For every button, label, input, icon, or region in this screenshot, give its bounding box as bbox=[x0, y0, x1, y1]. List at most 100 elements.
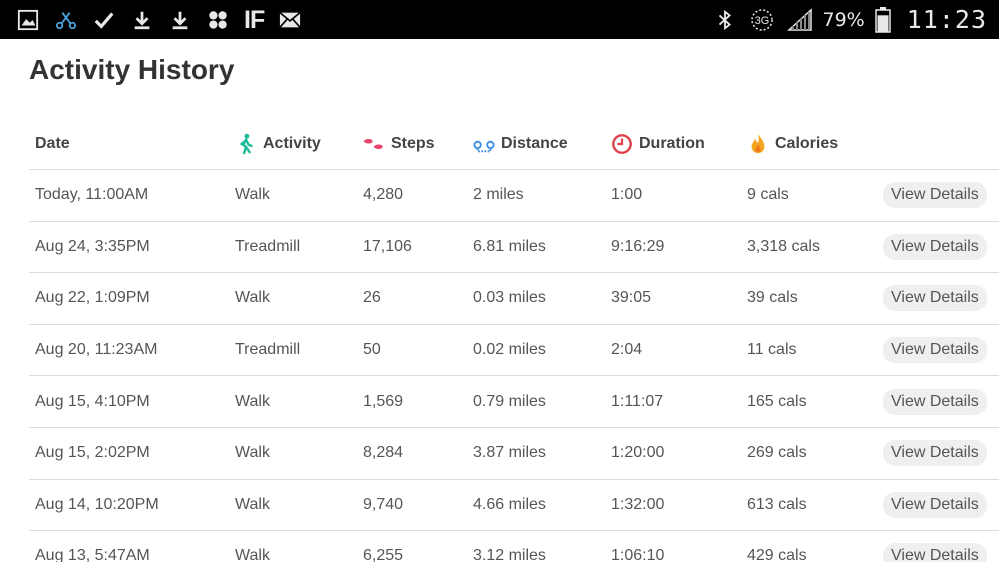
date-cell: Aug 15, 4:10PM bbox=[35, 392, 150, 410]
header-steps: Steps bbox=[363, 133, 435, 155]
notification-icons: IF bbox=[16, 0, 302, 39]
duration-cell: 1:06:10 bbox=[611, 547, 665, 562]
distance-cell: 6.81 miles bbox=[473, 237, 546, 255]
bluetooth-icon bbox=[713, 8, 737, 32]
date-cell: Aug 20, 11:23AM bbox=[35, 341, 158, 359]
calories-cell: 39 cals bbox=[747, 289, 798, 307]
table-row: Aug 14, 10:20PM Walk 9,740 4.66 miles 1:32:0… bbox=[29, 480, 999, 532]
calories-cell: 3,318 cals bbox=[747, 237, 820, 255]
table-row: Today, 11:00AM Walk 4,280 2 miles 1:00 9 cals… bbox=[29, 170, 999, 222]
header-calories: Calories bbox=[747, 133, 838, 155]
duration-cell: 1:32:00 bbox=[611, 495, 665, 513]
table-header: Date Activity Steps Distance Duration Ca… bbox=[29, 118, 999, 170]
details-cell: View Details bbox=[883, 440, 987, 467]
calories-cell: 11 cals bbox=[747, 341, 797, 359]
date-cell: Aug 13, 5:47AM bbox=[35, 547, 150, 562]
check-icon bbox=[92, 8, 116, 32]
network-3g-icon: 3G bbox=[747, 8, 777, 32]
activity-table: Date Activity Steps Distance Duration Ca… bbox=[29, 118, 999, 562]
activity-cell: Walk bbox=[235, 444, 270, 462]
activity-cell: Walk bbox=[235, 547, 270, 562]
table-row: Aug 15, 2:02PM Walk 8,284 3.87 miles 1:20:00… bbox=[29, 428, 999, 480]
distance-cell: 2 miles bbox=[473, 186, 524, 204]
header-distance: Distance bbox=[473, 133, 568, 155]
duration-cell: 9:16:29 bbox=[611, 237, 665, 255]
table-row: Aug 15, 4:10PM Walk 1,569 0.79 miles 1:11:07… bbox=[29, 376, 999, 428]
steps-cell: 17,106 bbox=[363, 237, 412, 255]
view-details-button[interactable]: View Details bbox=[883, 337, 987, 364]
pinwheel-icon bbox=[206, 8, 230, 32]
view-details-button[interactable]: View Details bbox=[883, 543, 987, 562]
activity-cell: Treadmill bbox=[235, 237, 301, 255]
distance-cell: 0.02 miles bbox=[473, 341, 546, 359]
header-duration: Duration bbox=[611, 133, 705, 155]
system-icons: 3G 79% 11:23 bbox=[713, 0, 988, 39]
distance-icon bbox=[473, 133, 495, 155]
ifttt-icon: IF bbox=[244, 5, 265, 34]
table-row: Aug 13, 5:47AM Walk 6,255 3.12 miles 1:06:10… bbox=[29, 531, 999, 562]
distance-cell: 3.87 miles bbox=[473, 444, 546, 462]
battery-icon bbox=[874, 6, 891, 33]
view-details-button[interactable]: View Details bbox=[883, 491, 987, 518]
calories-cell: 165 cals bbox=[747, 392, 807, 410]
details-cell: View Details bbox=[883, 337, 987, 364]
steps-cell: 1,569 bbox=[363, 392, 404, 410]
date-cell: Today, 11:00AM bbox=[35, 186, 149, 204]
activity-cell: Walk bbox=[235, 289, 270, 307]
signal-icon bbox=[786, 7, 813, 32]
details-cell: View Details bbox=[883, 388, 987, 415]
table-row: Aug 22, 1:09PM Walk 26 0.03 miles 39:05 39 ca… bbox=[29, 273, 999, 325]
header-distance-label: Distance bbox=[501, 134, 568, 152]
header-date: Date bbox=[35, 135, 70, 153]
walker-icon bbox=[235, 133, 257, 155]
steps-cell: 50 bbox=[363, 341, 381, 359]
battery-percent: 79% bbox=[822, 8, 865, 31]
view-details-button[interactable]: View Details bbox=[883, 182, 987, 209]
gallery-icon bbox=[16, 8, 40, 32]
page-title: Activity History bbox=[29, 54, 235, 85]
calories-cell: 269 cals bbox=[747, 444, 807, 462]
view-details-button[interactable]: View Details bbox=[883, 285, 987, 312]
table-row: Aug 24, 3:35PM Treadmill 17,106 6.81 miles 9… bbox=[29, 222, 999, 274]
distance-cell: 0.03 miles bbox=[473, 289, 546, 307]
details-cell: View Details bbox=[883, 491, 987, 518]
clock-icon bbox=[611, 133, 633, 155]
details-cell: View Details bbox=[883, 285, 987, 312]
header-activity-label: Activity bbox=[263, 134, 321, 152]
activity-cell: Walk bbox=[235, 495, 270, 513]
activity-cell: Walk bbox=[235, 186, 270, 204]
calories-cell: 429 cals bbox=[747, 547, 807, 562]
view-details-button[interactable]: View Details bbox=[883, 233, 987, 260]
details-cell: View Details bbox=[883, 182, 987, 209]
steps-cell: 26 bbox=[363, 289, 381, 307]
duration-cell: 1:11:07 bbox=[611, 392, 664, 410]
duration-cell: 1:20:00 bbox=[611, 444, 665, 462]
scissors-icon bbox=[54, 8, 78, 32]
details-cell: View Details bbox=[883, 543, 987, 562]
date-cell: Aug 14, 10:20PM bbox=[35, 495, 159, 513]
distance-cell: 4.66 miles bbox=[473, 495, 546, 513]
details-cell: View Details bbox=[883, 233, 987, 260]
header-steps-label: Steps bbox=[391, 134, 435, 152]
calories-cell: 9 cals bbox=[747, 186, 789, 204]
clock-time: 11:23 bbox=[906, 5, 987, 34]
date-cell: Aug 15, 2:02PM bbox=[35, 444, 150, 462]
distance-cell: 0.79 miles bbox=[473, 392, 546, 410]
duration-cell: 39:05 bbox=[611, 289, 652, 307]
duration-cell: 2:04 bbox=[611, 341, 643, 359]
steps-cell: 8,284 bbox=[363, 444, 404, 462]
date-cell: Aug 24, 3:35PM bbox=[35, 237, 150, 255]
footprints-icon bbox=[363, 133, 385, 155]
download-icon bbox=[130, 8, 154, 32]
steps-cell: 4,280 bbox=[363, 186, 404, 204]
duration-cell: 1:00 bbox=[611, 186, 643, 204]
header-calories-label: Calories bbox=[775, 134, 839, 152]
view-details-button[interactable]: View Details bbox=[883, 440, 987, 467]
view-details-button[interactable]: View Details bbox=[883, 388, 987, 415]
distance-cell: 3.12 miles bbox=[473, 547, 546, 562]
calories-cell: 613 cals bbox=[747, 495, 807, 513]
flame-icon bbox=[747, 133, 769, 155]
activity-cell: Treadmill bbox=[235, 341, 301, 359]
table-row: Aug 20, 11:23AM Treadmill 50 0.02 miles 2:04… bbox=[29, 325, 999, 377]
status-bar: IF 3G 79% 11:23 bbox=[0, 0, 999, 39]
